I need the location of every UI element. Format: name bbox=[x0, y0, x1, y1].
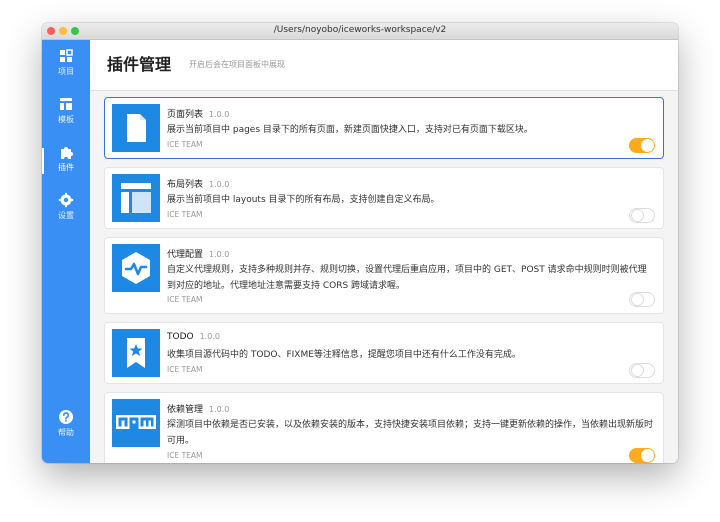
plugin-card-pages[interactable]: 页面列表 1.0.0 展示当前项目中 pages 目录下的所有页面，新建页面快捷入… bbox=[104, 97, 664, 159]
sidebar-item-templates[interactable]: 模板 bbox=[42, 92, 90, 132]
plugin-card-dependencies[interactable]: 依赖管理 1.0.0 探测项目中依赖是否已安装，以及依赖安装的版本，支持快捷安装项… bbox=[104, 392, 664, 463]
title-bar: /Users/noyobo/iceworks-workspace/v2 bbox=[42, 23, 678, 40]
toggle-knob bbox=[631, 209, 644, 222]
plugin-card-proxy[interactable]: 代理配置 1.0.0 自定义代理规则，支持多种规则并存、规则切换，设置代理后重启应… bbox=[104, 237, 664, 314]
plugin-version: 1.0.0 bbox=[209, 180, 230, 189]
plugin-name-row: 代理配置 1.0.0 bbox=[167, 247, 229, 260]
plugin-icon bbox=[112, 329, 160, 377]
npm-icon bbox=[116, 415, 156, 429]
sidebar-item-label: 模板 bbox=[58, 115, 74, 124]
plugin-name: 代理配置 bbox=[167, 250, 204, 260]
plugin-team: ICE TEAM bbox=[167, 140, 203, 149]
plugin-card-todo[interactable]: TODO 1.0.0 收集项目源代码中的 TODO、FIXME等注释信息，提醒您项… bbox=[104, 322, 664, 384]
puzzle-icon bbox=[61, 147, 73, 159]
plugin-team: ICE TEAM bbox=[167, 295, 203, 304]
plugin-icon bbox=[112, 244, 160, 292]
plugin-team: ICE TEAM bbox=[167, 210, 203, 219]
plugin-name-row: 依赖管理 1.0.0 bbox=[167, 402, 229, 415]
sidebar: 项目 模板 插件 设置 帮助 bbox=[42, 40, 90, 463]
main-content: 插件管理 开启后会在项目面板中展现 页面列表 1.0.0 展示当前项目中 page… bbox=[90, 40, 678, 463]
plugin-version: 1.0.0 bbox=[209, 110, 230, 119]
toggle-knob bbox=[631, 293, 644, 306]
toggle-knob bbox=[641, 139, 654, 152]
plugin-toggle-dependencies[interactable] bbox=[629, 448, 655, 463]
sidebar-item-projects[interactable]: 项目 bbox=[42, 44, 90, 84]
window-title: /Users/noyobo/iceworks-workspace/v2 bbox=[273, 25, 447, 35]
sidebar-item-plugins[interactable]: 插件 bbox=[42, 140, 90, 180]
toggle-knob bbox=[631, 364, 644, 377]
gear-icon bbox=[58, 192, 74, 208]
plugin-description: 自定义代理规则，支持多种规则并存、规则切换，设置代理后重启应用，项目中的 GET… bbox=[167, 265, 647, 291]
templates-icon bbox=[60, 98, 72, 110]
plugin-version: 1.0.0 bbox=[209, 405, 230, 414]
sidebar-item-settings[interactable]: 设置 bbox=[42, 188, 90, 228]
plugin-version: 1.0.0 bbox=[209, 250, 230, 259]
sidebar-item-help[interactable]: 帮助 bbox=[42, 405, 90, 445]
sidebar-item-label: 设置 bbox=[58, 211, 74, 220]
plugin-toggle-pages[interactable] bbox=[629, 138, 655, 153]
plugin-name-row: TODO 1.0.0 bbox=[167, 332, 220, 342]
plugin-team: ICE TEAM bbox=[167, 365, 203, 374]
plugin-name: 布局列表 bbox=[167, 180, 204, 190]
app-window: /Users/noyobo/iceworks-workspace/v2 项目 模… bbox=[42, 23, 678, 463]
plugin-description: 展示当前项目中 pages 目录下的所有页面，新建页面快捷入口，支持对已有页面下… bbox=[167, 125, 533, 135]
page-subtitle: 开启后会在项目面板中展现 bbox=[189, 60, 285, 69]
page-title: 插件管理 bbox=[107, 55, 172, 74]
sidebar-item-label: 插件 bbox=[58, 163, 74, 172]
plugin-toggle-proxy[interactable] bbox=[629, 292, 655, 307]
plugin-name-row: 布局列表 1.0.0 bbox=[167, 177, 229, 190]
plugin-name: 页面列表 bbox=[167, 110, 204, 120]
bookmark-star-icon bbox=[127, 338, 145, 368]
plugin-description: 收集项目源代码中的 TODO、FIXME等注释信息，提醒您项目中还有什么工作没有… bbox=[167, 350, 521, 360]
plugin-description: 展示当前项目中 layouts 目录下的所有布局，支持创建自定义布局。 bbox=[167, 195, 440, 205]
help-icon bbox=[59, 410, 73, 424]
plugin-card-layouts[interactable]: 布局列表 1.0.0 展示当前项目中 layouts 目录下的所有布局，支持创建自… bbox=[104, 167, 664, 229]
projects-icon bbox=[60, 49, 73, 62]
layout-icon bbox=[121, 183, 151, 213]
file-icon bbox=[127, 114, 146, 142]
plugin-team: ICE TEAM bbox=[167, 451, 203, 460]
plugin-name: 依赖管理 bbox=[167, 405, 204, 415]
page-header: 插件管理 开启后会在项目面板中展现 bbox=[90, 40, 678, 91]
sidebar-item-label: 项目 bbox=[58, 67, 74, 76]
plugin-icon bbox=[112, 399, 160, 447]
plugin-version: 1.0.0 bbox=[199, 332, 220, 341]
toggle-knob bbox=[641, 449, 654, 462]
plugin-toggle-todo[interactable] bbox=[629, 363, 655, 378]
proxy-pulse-icon bbox=[122, 252, 150, 284]
sidebar-item-label: 帮助 bbox=[58, 428, 74, 437]
plugin-name: TODO bbox=[167, 332, 194, 342]
plugin-icon bbox=[112, 104, 160, 152]
plugin-icon bbox=[112, 174, 160, 222]
plugin-toggle-layouts[interactable] bbox=[629, 208, 655, 223]
plugin-description: 探测项目中依赖是否已安装，以及依赖安装的版本，支持快捷安装项目依赖；支持一键更新… bbox=[167, 420, 654, 446]
plugin-name-row: 页面列表 1.0.0 bbox=[167, 107, 229, 120]
